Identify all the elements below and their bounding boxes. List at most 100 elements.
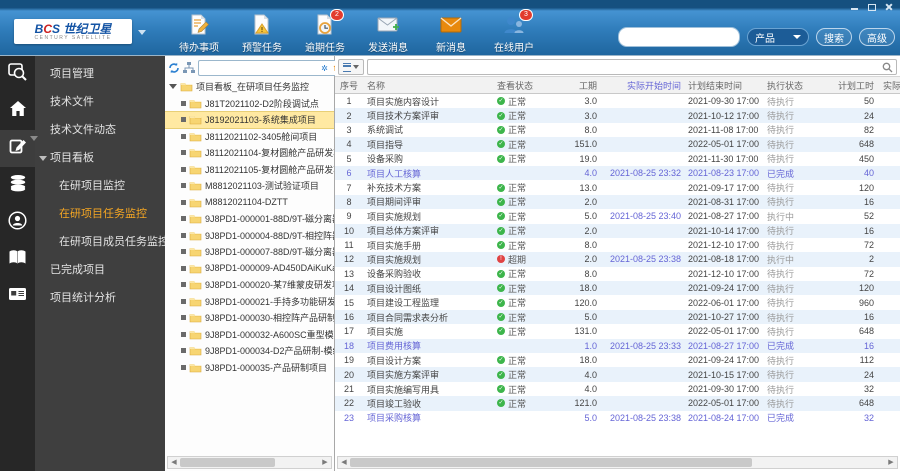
expand-icon[interactable] [181,282,186,288]
sidebar-item[interactable]: 在研项目成员任务监控 [35,228,169,256]
tree-item[interactable]: 9J8PD1-000021-手持多功能研发项目 [165,293,334,310]
tree-item[interactable]: M8812021103-测试验证项目 [165,178,334,195]
sidebar-item[interactable]: 在研项目任务监控 [35,200,165,228]
locate-down-icon[interactable]: ✲ [320,64,329,73]
table-row[interactable]: 23 项目采购核算 5.0 2021-08-25 23:38 2021-08-24 17… [335,411,900,425]
tree-search-input[interactable] [199,62,320,74]
tree-item[interactable]: 9J8PD1-000004-88D/9T-相控阵器 [165,227,334,244]
sidebar-item[interactable]: 项目看板 [35,144,165,172]
tree-item[interactable]: 9J8PD1-000030-相控阵产品研制 [165,310,334,327]
tree-item[interactable]: 9J8PD1-000007-88D/9T-磁分离器 [165,244,334,261]
tree-item[interactable]: 9J8PD1-000032-A600SC重型模组 [165,326,334,343]
column-header[interactable]: 计划工时 [821,79,883,92]
sidebar-item[interactable]: 技术文件 [35,88,165,116]
table-row[interactable]: 14 项目设计图纸 ✓ 正常 18.0 2021-09-24 17:00 待执行 120 [335,281,900,296]
rail-item-database[interactable] [0,167,35,204]
column-filter-button[interactable] [338,59,364,75]
collapse-icon[interactable] [169,84,177,89]
tree-item[interactable]: M8812021104-DZTT [165,194,334,211]
rail-item-book[interactable] [0,241,35,278]
column-header[interactable]: 实际开始时间 [607,79,681,92]
column-header[interactable]: 名称 [363,79,495,92]
sidebar-item[interactable]: 技术文件动态 [35,116,165,144]
search-category-dropdown[interactable]: 产品 [747,28,809,46]
expand-icon[interactable] [181,265,186,271]
tree-item[interactable]: J8112021102-3405舱间项目 [165,128,334,145]
table-row[interactable]: 18 项目费用核算 1.0 2021-08-25 23:33 2021-08-27 17… [335,338,900,354]
scroll-left-icon[interactable]: ◀ [338,457,350,468]
table-row[interactable]: 8 项目期间评审 ✓ 正常 2.0 2021-08-31 17:00 待执行 16 [335,194,900,210]
scroll-right-icon[interactable]: ▶ [319,457,331,468]
tree-hscrollbar[interactable]: ◀ ▶ [167,456,332,469]
table-row[interactable]: 15 项目建设工程监理 ✓ 正常 120.0 2022-06-01 17:00 待执行 960 [335,295,900,309]
expand-icon[interactable] [181,232,186,238]
column-header[interactable]: 计划结束时间 [681,79,765,92]
table-row[interactable]: 3 系统调试 ✓ 正常 8.0 2021-11-08 17:00 待执行 82 [335,123,900,137]
rail-item-spm-search[interactable] [0,56,35,93]
tree-item[interactable]: 9J8PD1-000009-AD450DAiKuKai [165,260,334,277]
tree-item[interactable]: J8192021103-系统集成项目 [165,110,334,129]
toolbar-item-online-users[interactable]: 3 在线用户 [493,9,535,54]
table-row[interactable]: 11 项目实施手册 ✓ 正常 8.0 2021-12-10 17:00 待执行 72 [335,238,900,252]
tree-item[interactable]: J8112021105-复材圆舱产品研发项目 [165,161,334,178]
sidebar-item[interactable]: 项目管理 [35,60,165,88]
sidebar-item[interactable]: 在研项目监控 [35,172,165,200]
table-row[interactable]: 2 项目技术方案评审 ✓ 正常 3.0 2021-10-12 17:00 待执行 24 [335,108,900,123]
table-row[interactable]: 21 项目实施编写用具 ✓ 正常 4.0 2021-09-30 17:00 待执行 32 [335,382,900,396]
expand-icon[interactable] [181,298,186,304]
sidebar-item[interactable]: 项目统计分析 [35,284,165,312]
toolbar-item-new-message[interactable]: 新消息 [430,13,472,54]
expand-icon[interactable] [181,183,186,189]
table-hscrollbar[interactable]: ◀ ▶ [337,456,898,469]
refresh-icon[interactable] [168,61,180,75]
expand-icon[interactable] [181,364,186,370]
column-header[interactable]: 执行状态 [765,79,821,92]
scroll-thumb[interactable] [350,458,753,467]
maximize-icon[interactable] [867,3,877,11]
table-row[interactable]: 4 项目指导 ✓ 正常 151.0 2022-05-01 17:00 待执行 648 [335,137,900,152]
org-tree-icon[interactable] [183,61,195,75]
table-row[interactable]: 1 项目实施内容设计 ✓ 正常 3.0 2021-09-30 17:00 待执行 50 [335,94,900,108]
expand-icon[interactable] [181,133,186,139]
column-header[interactable]: 实际工时 [883,79,900,92]
scroll-thumb[interactable] [180,458,275,467]
rail-item-home[interactable] [0,93,35,130]
tree-item[interactable]: J8112021104-复材圆舱产品研发项目 [165,145,334,162]
expand-icon[interactable] [181,216,186,222]
toolbar-item-send-message[interactable]: 发送消息 [367,13,409,54]
tree-item[interactable]: 9J8PD1-000001-88D/9T-磁分离器 [165,211,334,228]
scroll-right-icon[interactable]: ▶ [885,457,897,468]
table-row[interactable]: 20 项目实施方案评审 ✓ 正常 4.0 2021-10-15 17:00 待执行 24 [335,367,900,382]
expand-icon[interactable] [181,100,186,106]
expand-icon[interactable] [181,166,186,172]
table-row[interactable]: 10 项目总体方案评审 ✓ 正常 2.0 2021-10-14 17:00 待执行 16 [335,223,900,238]
table-row[interactable]: 13 设备采购验收 ✓ 正常 8.0 2021-12-10 17:00 待执行 72 [335,267,900,281]
table-row[interactable]: 19 项目设计方案 ✓ 正常 18.0 2021-09-24 17:00 待执行 112 [335,353,900,367]
table-search-input[interactable] [368,61,882,73]
column-header[interactable]: 序号 [335,79,363,92]
expand-icon[interactable] [181,199,186,205]
sidebar-item[interactable]: 已完成项目 [35,256,165,284]
toolbar-item-overdue-tasks[interactable]: 2 逾期任务 [304,9,346,54]
global-search-input[interactable] [618,27,740,47]
expand-icon[interactable] [181,348,186,354]
tree-item[interactable]: 9J8PD1-000020-某7维蒙皮研发项目 [165,277,334,294]
table-row[interactable]: 7 补充技术方案 ✓ 正常 13.0 2021-09-17 17:00 待执行 120 [335,180,900,194]
search-icon[interactable] [882,62,893,73]
rail-item-broadcast-user[interactable] [0,204,35,241]
table-row[interactable]: 22 项目竣工验收 ✓ 正常 121.0 2022-05-01 17:00 待执行 648 [335,396,900,411]
close-icon[interactable] [884,3,894,11]
logo-dropdown-icon[interactable] [138,30,146,35]
toolbar-item-todo-items[interactable]: 待办事项 [178,13,220,54]
rail-item-card[interactable] [0,278,35,315]
tree-item[interactable]: 9J8PD1-000034-D2产品研制-模组 [165,343,334,360]
tree-item[interactable]: 9J8PD1-000035-产品研制项目 [165,359,334,376]
tree-item[interactable]: J81T2021102-D2阶段调试点 [165,95,334,112]
tree-root[interactable]: 项目看板_在研项目任务监控 [165,78,334,95]
advanced-search-button[interactable]: 高级 [859,28,895,46]
table-row[interactable]: 12 项目实施规划 ! 超期 2.0 2021-08-25 23:38 2021-08-18… [335,252,900,267]
minimize-icon[interactable] [850,3,860,11]
table-row[interactable]: 9 项目实施规划 ✓ 正常 5.0 2021-08-25 23:40 2021-08-27 … [335,209,900,223]
expand-icon[interactable] [181,249,186,255]
expand-icon[interactable] [181,315,186,321]
